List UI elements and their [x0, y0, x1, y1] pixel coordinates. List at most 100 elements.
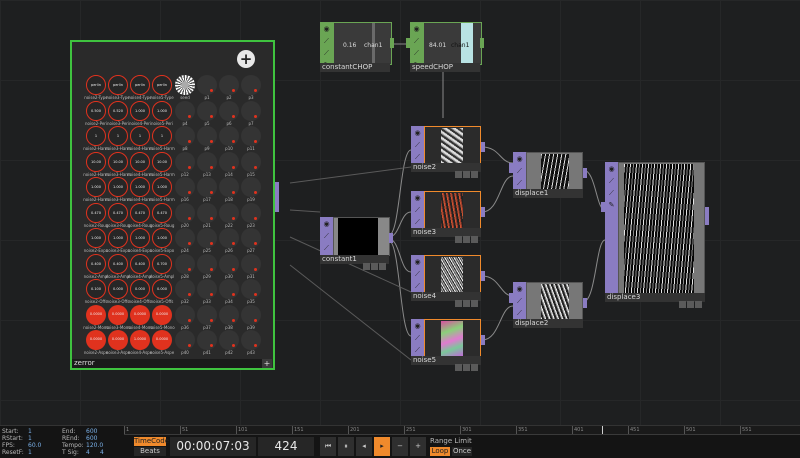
once-toggle[interactable]: Once [452, 447, 472, 456]
bypass-icon[interactable]: ⟋ [514, 296, 525, 306]
param-knob[interactable] [241, 151, 261, 172]
param-knob[interactable]: 1 [108, 126, 128, 146]
output-connector[interactable] [480, 38, 484, 48]
displace2-node[interactable]: ◉⟋⟋✎ displace2 [509, 282, 587, 329]
fps-value[interactable]: 60.0 [28, 442, 41, 449]
node-label[interactable]: displace2 [513, 319, 583, 328]
bypass-icon[interactable]: ⟋ [412, 140, 423, 150]
frame-display[interactable]: 424 [258, 437, 314, 456]
param-knob[interactable] [175, 177, 195, 197]
lock-icon[interactable]: ⟋ [411, 48, 422, 58]
param-knob[interactable]: 1.000 [86, 177, 106, 197]
input-connector[interactable] [601, 202, 605, 212]
add-icon[interactable]: + [237, 50, 255, 68]
param-knob[interactable] [175, 228, 195, 248]
param-knob[interactable]: 1 [152, 126, 172, 146]
timeline-ruler[interactable]: 1 51 101 151 201 251 301 351 401 451 501 551 [124, 426, 800, 435]
viewer-icon[interactable]: ◉ [412, 128, 423, 138]
param-knob[interactable] [197, 304, 217, 325]
noise2-node[interactable]: ◉⟋⟋✎ noise2 [411, 126, 485, 178]
param-knob[interactable]: 0.0000 [108, 304, 128, 325]
param-knob[interactable]: 10.00 [108, 151, 128, 172]
edit-icon[interactable]: ✎ [606, 200, 617, 210]
param-knob[interactable]: 1.000 [130, 100, 150, 121]
bypass-icon[interactable]: ⟋ [606, 176, 617, 186]
lock-icon[interactable]: ⟋ [412, 281, 423, 291]
expand-icon[interactable]: + [262, 359, 272, 368]
param-knob[interactable] [175, 304, 195, 325]
input-connector[interactable] [406, 38, 410, 48]
rstart-value[interactable]: 1 [28, 435, 32, 442]
param-knob[interactable]: 0.520 [108, 100, 128, 121]
param-knob[interactable] [219, 126, 239, 146]
network-editor[interactable]: ◉ ⟋ ⟋ ✎ 0.16 chan1 constantCHOP ◉ ⟋ ⟋ ✎ 84.01 … [0, 0, 800, 425]
param-knob[interactable] [219, 304, 239, 325]
param-knob[interactable] [241, 177, 261, 197]
start-value[interactable]: 1 [28, 428, 32, 435]
param-knob[interactable] [175, 279, 195, 299]
rewind-icon[interactable]: ⏮ [320, 437, 336, 456]
param-knob[interactable] [219, 100, 239, 121]
param-knob[interactable] [197, 126, 217, 146]
viewer-icon[interactable]: ◉ [321, 24, 332, 34]
bypass-icon[interactable]: ⟋ [514, 166, 525, 176]
bypass-icon[interactable]: ⟋ [412, 333, 423, 343]
param-knob[interactable]: 0.0000 [152, 330, 172, 350]
lock-icon[interactable]: ⟋ [606, 188, 617, 198]
param-knob[interactable] [175, 75, 195, 95]
param-knob[interactable]: perlin [152, 75, 172, 95]
param-knob[interactable] [197, 202, 217, 223]
param-knob[interactable]: 0.470 [86, 202, 106, 223]
param-knob[interactable]: 1 [130, 126, 150, 146]
noise5-node[interactable]: ◉⟋⟋✎ noise5 [411, 319, 485, 371]
loop-toggle[interactable]: Loop [430, 447, 450, 456]
param-knob[interactable] [241, 202, 261, 223]
param-knob[interactable] [219, 151, 239, 172]
bypass-icon[interactable]: ⟋ [412, 269, 423, 279]
param-knob[interactable] [219, 75, 239, 95]
param-knob[interactable] [219, 228, 239, 248]
param-knob[interactable]: 0.000 [108, 279, 128, 299]
lock-icon[interactable]: ⟋ [412, 217, 423, 227]
param-knob[interactable] [175, 330, 195, 350]
param-knob[interactable] [241, 228, 261, 248]
viewer-icon[interactable]: ◉ [412, 321, 423, 331]
param-knob[interactable]: perlin [86, 75, 106, 95]
viewer-icon[interactable]: ◉ [514, 154, 525, 164]
lock-icon[interactable]: ⟋ [412, 152, 423, 162]
beats-toggle[interactable]: Beats [134, 447, 166, 456]
param-knob[interactable]: perlin [130, 75, 150, 95]
lock-icon[interactable]: ⟋ [321, 48, 332, 58]
param-knob[interactable]: 0.400 [86, 253, 106, 274]
viewer-icon[interactable]: ◉ [514, 284, 525, 294]
param-knob[interactable] [219, 253, 239, 274]
input-connector[interactable] [509, 293, 513, 303]
param-knob[interactable]: 1.000 [108, 177, 128, 197]
param-knob[interactable] [241, 100, 261, 121]
param-knob[interactable] [241, 253, 261, 274]
lock-icon[interactable]: ⟋ [514, 178, 525, 188]
param-knob[interactable]: 0.470 [152, 202, 172, 223]
param-knob[interactable]: 1.000 [108, 228, 128, 248]
resetf-value[interactable]: 1 [28, 449, 32, 456]
param-knob[interactable]: 0.470 [130, 202, 150, 223]
param-knob[interactable]: 0.000 [152, 279, 172, 299]
param-knob[interactable] [241, 330, 261, 350]
param-knob[interactable] [219, 330, 239, 350]
node-label[interactable]: displace1 [513, 189, 583, 198]
param-knob[interactable]: 1.000 [130, 177, 150, 197]
param-knob[interactable]: 0.100 [86, 279, 106, 299]
param-knob[interactable] [197, 253, 217, 274]
timecode-display[interactable]: 00:00:07:03 [170, 437, 256, 456]
pause-icon[interactable]: ⏸ [338, 437, 354, 456]
param-knob[interactable]: perlin [108, 75, 128, 95]
play-reverse-icon[interactable]: ◂ [356, 437, 372, 456]
param-knob[interactable]: 0.0000 [130, 304, 150, 325]
bypass-icon[interactable]: ⟋ [412, 205, 423, 215]
param-knob[interactable]: 0.0000 [86, 330, 106, 350]
param-knob[interactable]: 0.0000 [152, 304, 172, 325]
lock-icon[interactable]: ⟋ [412, 345, 423, 355]
param-knob[interactable] [175, 151, 195, 172]
output-connector[interactable] [481, 142, 485, 152]
param-knob[interactable] [197, 100, 217, 121]
